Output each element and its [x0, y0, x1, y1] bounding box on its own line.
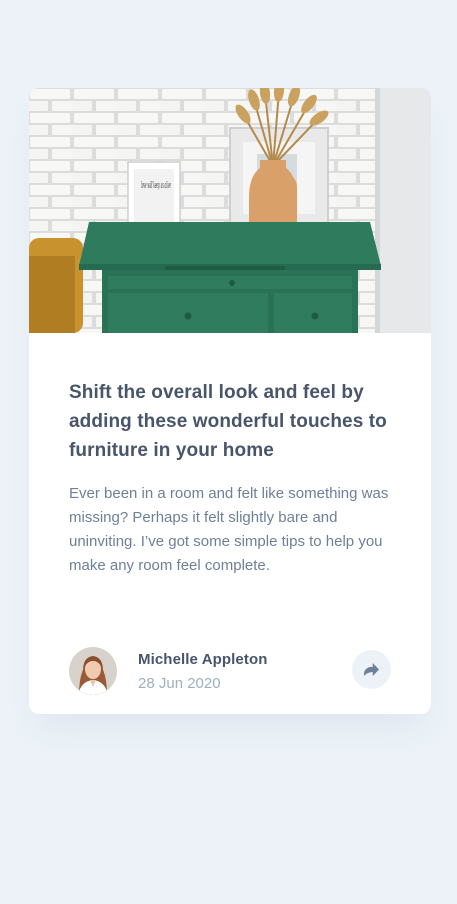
author-row: Michelle Appleton 28 Jun 2020: [69, 645, 391, 695]
author-avatar: [69, 647, 117, 695]
article-image: love will keep us alive: [29, 88, 431, 333]
publish-date: 28 Jun 2020: [138, 675, 221, 692]
share-button[interactable]: [352, 650, 391, 689]
article-card: love will keep us alive Shift the overal…: [29, 88, 431, 714]
article-body: Shift the overall look and feel by addin…: [69, 378, 395, 578]
author-name: Michelle Appleton: [138, 651, 268, 668]
article-headline[interactable]: Shift the overall look and feel by addin…: [69, 378, 395, 465]
share-arrow-icon: [364, 663, 379, 676]
article-excerpt: Ever been in a room and felt like someth…: [69, 485, 389, 574]
frame-text: love will keep us alive: [141, 181, 171, 191]
